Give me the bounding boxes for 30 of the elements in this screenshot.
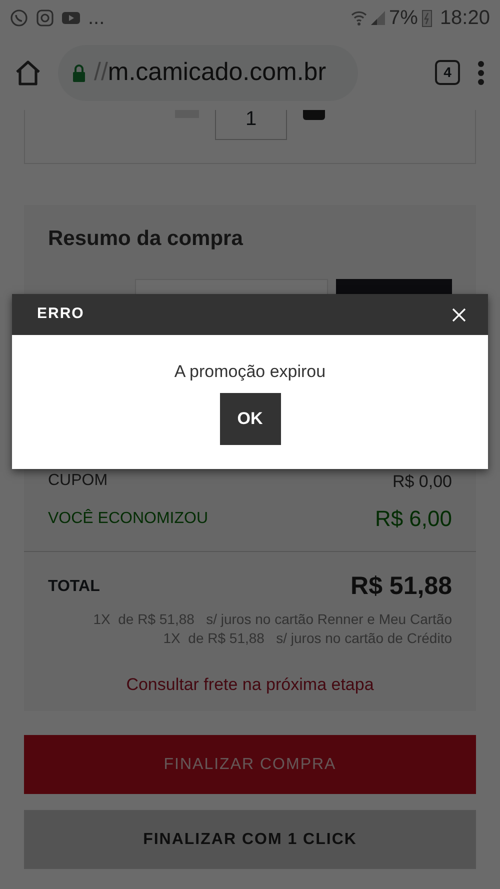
shipping-note: Consultar frete na próxima etapa xyxy=(125,674,375,696)
dialog-title: ERRO xyxy=(37,304,84,324)
tab-count[interactable]: 4 xyxy=(435,60,460,85)
summary-value: R$ 0,00 xyxy=(392,470,452,492)
address-bar[interactable]: //m.camicado.com.br xyxy=(58,44,358,100)
battery-icon xyxy=(422,8,432,26)
signal-icon xyxy=(371,10,386,24)
menu-icon[interactable] xyxy=(476,60,486,86)
camera-icon xyxy=(36,8,54,26)
close-icon[interactable] xyxy=(452,308,466,322)
summary-value: R$ 6,00 xyxy=(374,505,452,533)
one-click-button[interactable]: FINALIZAR COM 1 CLICK xyxy=(24,810,476,869)
dialog-message: A promoção expirou xyxy=(174,361,326,383)
chat-icon xyxy=(10,8,28,26)
summary-label: CUPOM xyxy=(48,471,108,492)
wifi-icon xyxy=(351,8,368,26)
more-notifications-text: ... xyxy=(88,6,105,30)
summary-title: Resumo da compra xyxy=(48,226,244,252)
url-text: //m.camicado.com.br xyxy=(94,56,326,88)
lock-icon xyxy=(72,64,86,82)
summary-label: VOCÊ ECONOMIZOU xyxy=(48,508,208,528)
battery-percent: 7% xyxy=(389,6,418,30)
home-icon[interactable] xyxy=(14,58,42,86)
total-label: TOTAL xyxy=(48,576,100,597)
checkout-button[interactable]: FINALIZAR COMPRA xyxy=(24,735,476,794)
play-icon xyxy=(62,10,80,24)
ok-button[interactable]: OK xyxy=(220,392,280,444)
clock: 18:20 xyxy=(440,6,490,30)
total-value: R$ 51,88 xyxy=(350,571,452,602)
quantity-field[interactable]: 1 xyxy=(215,110,287,140)
